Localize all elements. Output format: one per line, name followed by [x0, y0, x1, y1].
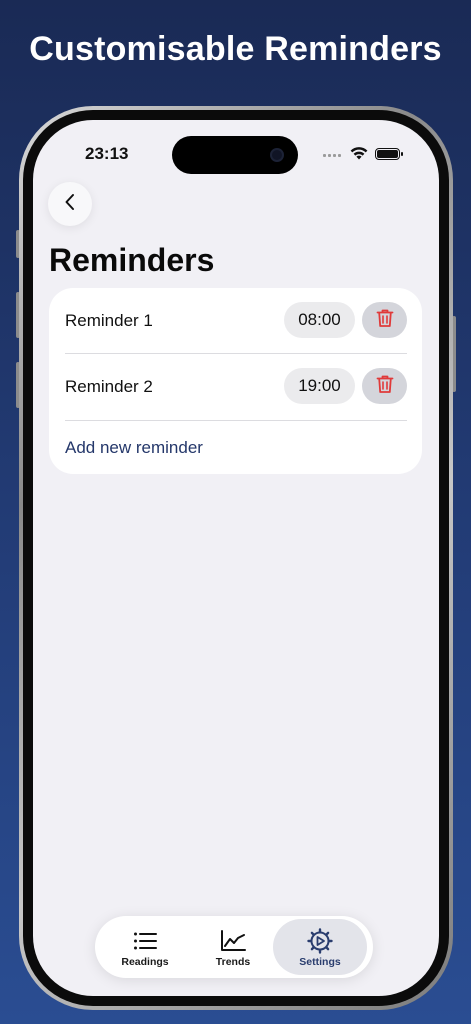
- trash-icon: [376, 374, 394, 399]
- trash-icon: [376, 308, 394, 333]
- add-new-reminder-link[interactable]: Add new reminder: [65, 438, 203, 458]
- tab-label: Settings: [299, 956, 341, 968]
- tab-settings[interactable]: Settings: [273, 919, 367, 975]
- reminder-label: Reminder 2: [65, 377, 153, 396]
- front-camera: [270, 148, 284, 162]
- delete-reminder-button[interactable]: [362, 302, 407, 338]
- reminders-card: Reminder 1 08:00 Reminder 2 19:00 Add ne…: [49, 288, 422, 474]
- tab-bar: Readings Trends Settings: [95, 916, 373, 978]
- status-time: 23:13: [85, 144, 129, 163]
- tab-label: Readings: [121, 956, 169, 968]
- wifi-icon: [349, 145, 369, 166]
- phone-screen: 23:13 Reminders Reminder 1 08:00 Reminde…: [33, 120, 439, 996]
- reminder-row: Reminder 2 19:00: [49, 354, 422, 420]
- back-button[interactable]: [48, 182, 92, 226]
- battery-icon: [375, 148, 403, 160]
- dynamic-island: [172, 136, 298, 174]
- tab-trends[interactable]: Trends: [191, 919, 275, 975]
- reminder-label: Reminder 1: [65, 311, 153, 330]
- reminder-row: Reminder 1 08:00: [49, 288, 422, 354]
- tab-readings[interactable]: Readings: [101, 919, 189, 975]
- page-title: Reminders: [49, 242, 215, 278]
- cellular-signal-icon: [323, 154, 341, 157]
- list-icon: [133, 929, 157, 953]
- tab-label: Trends: [215, 956, 251, 968]
- row-divider: [65, 420, 407, 421]
- reminder-time-button[interactable]: 19:00: [284, 368, 355, 404]
- promo-headline: Customisable Reminders: [29, 30, 442, 68]
- phone-frame: 23:13 Reminders Reminder 1 08:00 Reminde…: [19, 106, 453, 1010]
- delete-reminder-button[interactable]: [362, 368, 407, 404]
- reminder-time-button[interactable]: 08:00: [284, 302, 355, 338]
- chevron-left-icon: [63, 192, 77, 217]
- gear-play-icon: [307, 928, 333, 954]
- chart-icon: [220, 929, 246, 953]
